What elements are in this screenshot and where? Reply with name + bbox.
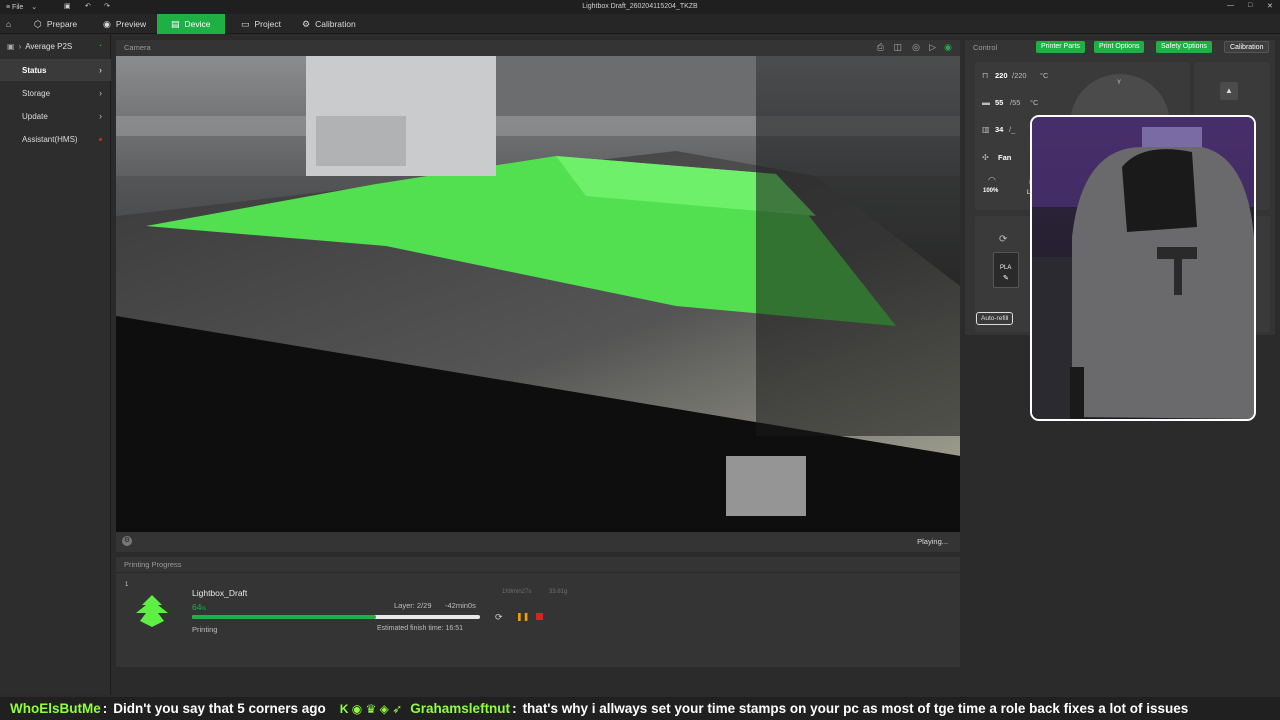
folder-icon: ▭ [241,18,250,29]
chamber-icon: ▥ [982,125,990,134]
bed-temp[interactable]: 55 [995,98,1003,107]
undo-icon[interactable]: ↶ [85,2,91,10]
print-options-button[interactable]: Print Options [1094,41,1145,53]
chevron-right-icon: › [18,41,22,51]
sidebar-item-storage[interactable]: Storage › [0,82,111,104]
menu-icon: ≡ [6,4,11,11]
plate-number: 1 [125,582,129,588]
home-icon[interactable]: ⌂ [0,14,22,34]
tab-preview[interactable]: ◉ Preview [95,14,154,34]
printer-name: Average P2S [25,41,73,51]
window-title: Lightbox Draft_260204115204_TKZB [582,3,698,10]
maximize-icon[interactable]: □ [1248,2,1252,9]
filament-type: PLA [1000,265,1012,271]
sidebar-item-assistant[interactable]: Assistant(HMS) [0,128,111,150]
camera-header: Camera ⎙ ◫ ◎ ▷ ◉ [116,40,960,56]
sidebar-item-status[interactable]: Status › [0,59,111,81]
device-sidebar: ▣ › Average P2S ◔ Status › Storage › Upd… [0,35,111,695]
chamber-temp[interactable]: 34 [995,125,1003,134]
tab-prepare[interactable]: ⬡ Prepare [26,14,85,34]
progress-percent: 64% [192,602,206,612]
chat-emote-icons: K ◉ ♛ ◈ ➶ [339,701,403,716]
redo-icon[interactable]: ↷ [104,2,110,10]
tab-project[interactable]: ▭ Project [233,14,289,34]
progress-bar [192,615,480,619]
chat-message: Didn't you say that 5 corners ago [113,701,326,716]
printer-icon: ▤ [171,18,180,29]
camera-status: Playing... [917,537,948,546]
close-icon[interactable]: ✕ [1267,2,1273,10]
safety-options-button[interactable]: Safety Options [1156,41,1212,53]
edit-icon[interactable]: ✎ [1003,274,1009,282]
streamer-webcam-overlay [1030,115,1256,421]
webcam-image [1032,117,1254,419]
filament-slot[interactable]: PLA ✎ [993,252,1019,288]
fan-label: Fan [998,153,1012,162]
bed-icon: ▬ [982,98,990,107]
auto-refill-button[interactable]: Auto-refill [976,312,1014,325]
ams-refresh-icon[interactable]: ⟳ [999,234,1007,245]
refresh-icon[interactable]: ⟳ [495,612,503,623]
print-state: Printing [192,625,218,634]
time-remaining: -42min0s [445,601,476,610]
chevron-down-icon: ⌄ [31,4,38,11]
filament-weight: 33.81g [549,589,568,595]
chat-username: WhoElsButMe [10,701,101,716]
tab-calibration[interactable]: ⚙ Calibration [294,14,364,34]
stop-icon[interactable] [536,613,543,620]
z-up-icon[interactable]: ▲ [1220,82,1238,100]
title-bar: ≡ File ⌄ ▣ ↶ ↷ Lightbox Draft_2602041152… [0,0,1280,14]
video-icon[interactable]: ▷ [929,42,936,53]
cube-icon: ⬡ [34,18,42,29]
pause-icon[interactable]: ❚❚ [516,612,529,621]
wifi-icon: ◔ [97,42,102,50]
chat-username: Grahamsleftnut [410,701,511,716]
live-icon[interactable]: ◉ [944,42,952,53]
progress-bar-fill [192,615,377,619]
fan-icon: ✣ [982,153,989,162]
printing-progress-panel: Printing Progress 1 Lightbox_Draft 64% L… [116,557,960,667]
control-title: Control [973,43,998,52]
chevron-right-icon: › [99,111,102,121]
print-time: 1h9min27s [502,589,532,595]
printer-list-icon: ▣ [7,41,15,51]
save-icon[interactable]: ▣ [64,2,71,10]
camera-feed [116,56,960,532]
camera-panel: Camera ⎙ ◫ ◎ ▷ ◉ ⚙ Playing... [116,40,960,552]
calibration-button[interactable]: Calibration [1224,41,1270,53]
main-tab-bar: ⌂ ⬡ Prepare ◉ Preview ▤ Device ▭ Project… [0,14,1280,34]
nozzle-temp[interactable]: 220 [995,71,1008,80]
alert-dot-icon [99,137,102,141]
layer-count: Layer: 2/29 [394,601,432,610]
screenshot-icon[interactable]: ⎙ [877,42,884,53]
camera-footer: ⚙ Playing... [116,532,960,552]
tab-device[interactable]: ▤ Device [157,14,225,34]
printer-parts-button[interactable]: Printer Parts [1036,41,1085,53]
camera-image [116,56,960,532]
speed-gauge-icon[interactable]: ◠ [988,175,996,186]
eye-icon: ◉ [103,18,111,29]
chevron-right-icon: › [99,88,102,98]
printer-selector[interactable]: ▣ › Average P2S ◔ [0,35,111,57]
timelapse-icon[interactable]: ◎ [912,42,920,53]
stream-chat-ticker: WhoElsButMe : Didn't you say that 5 corn… [0,697,1280,720]
chevron-right-icon: › [99,65,102,75]
y-axis-label: Y [1117,80,1122,86]
camera-title: Camera [124,43,151,52]
minimize-icon[interactable]: — [1227,2,1234,9]
settings-icon[interactable]: ⚙ [122,536,132,546]
job-name: Lightbox_Draft [192,588,248,598]
progress-header: Printing Progress [116,557,960,573]
sidebar-item-update[interactable]: Update › [0,105,111,127]
model-thumbnail [136,595,168,627]
nozzle-icon: ⊓ [982,71,989,80]
estimated-finish: Estimated finish time: 16:51 [377,625,463,632]
fan-speed: 100% [983,188,999,194]
chat-message: that's why i allways set your time stamp… [522,701,1189,716]
record-icon[interactable]: ◫ [893,42,902,53]
file-menu[interactable]: ≡ File ⌄ [6,3,37,11]
gear-icon: ⚙ [302,18,311,29]
